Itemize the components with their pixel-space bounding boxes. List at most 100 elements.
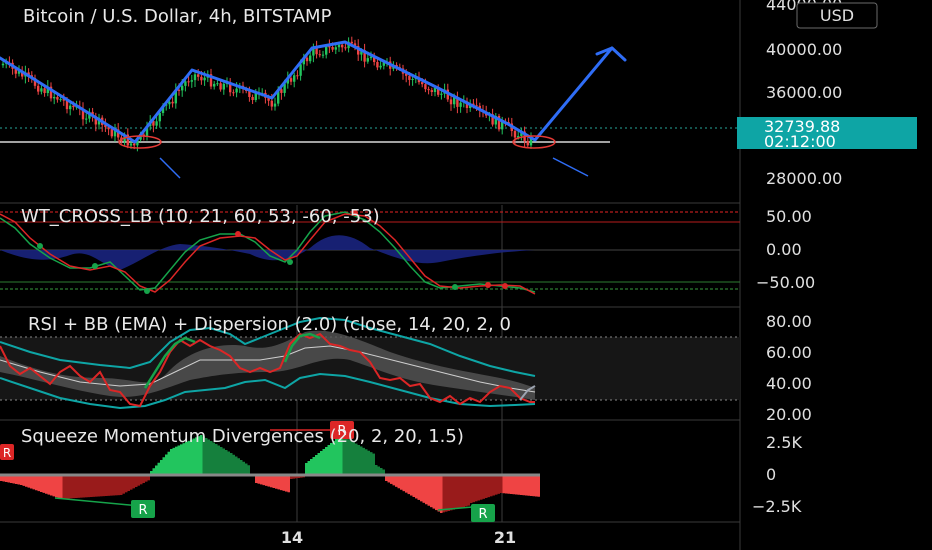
divergence-marker-green: R [471,504,495,522]
rsi-tick-label: 20.00 [766,405,812,424]
momentum-bar [395,475,398,487]
momentum-bar [282,475,285,491]
candle-body [232,92,235,94]
momentum-bar [437,475,440,512]
candle-body [427,89,430,91]
momentum-bar [430,475,433,508]
candle-body [184,81,187,86]
momentum-bar [32,475,35,490]
momentum-bar [227,451,230,475]
momentum-bar [245,463,248,475]
candle-body [193,74,197,81]
momentum-bar [442,475,445,513]
momentum-bar [62,475,65,499]
candle-body [341,44,344,48]
momentum-bar [90,475,93,497]
momentum-bar [167,451,170,475]
momentum-bar [527,475,530,496]
momentum-bar [270,475,273,488]
wt-label: WT_CROSS_LB (10, 21, 60, 53, -60, -53) [21,206,380,227]
momentum-bar [525,475,528,496]
price-pane[interactable]: Bitcoin / U.S. Dollar, 4h, BITSTAMP [0,6,740,179]
trading-chart[interactable]: Bitcoin / U.S. Dollar, 4h, BITSTAMP 4400… [0,0,932,550]
momentum-bar [267,475,270,487]
candle-body [305,57,309,62]
momentum-bar [515,475,518,495]
momentum-bar [160,460,163,475]
momentum-bar [392,475,395,486]
candle-body [296,75,299,77]
momentum-bar [182,443,185,475]
momentum-bar [522,475,525,496]
momentum-bar [262,475,265,486]
candle-body [40,88,43,92]
squeeze-tick-label: −2.5K [752,497,802,516]
momentum-bar [360,446,363,475]
wt-cross-pane[interactable]: WT_CROSS_LB (10, 21, 60, 53, -60, -53) 5… [0,206,815,295]
candle-body [158,112,161,122]
trend-drawing[interactable] [0,40,627,144]
candle-body [421,82,424,85]
momentum-bar [27,475,30,488]
momentum-bar [60,475,63,499]
momentum-bar [75,475,78,498]
divergence-marker-green: R [131,500,155,518]
momentum-bar [107,475,110,496]
momentum-bar [532,475,535,497]
rsi-tick-label: 60.00 [766,343,812,362]
momentum-bar [450,475,453,511]
candle-body [213,83,216,87]
time-tick-label: 14 [281,528,303,547]
momentum-bar [127,475,130,491]
momentum-bar [467,475,470,506]
candle-body [449,99,453,105]
price-axis[interactable]: 44000.00 USD 40000.00 36000.00 28000.00 … [737,0,917,188]
momentum-bar [220,447,223,475]
momentum-bar [512,475,515,495]
momentum-bar [47,475,50,495]
time-axis[interactable]: 14 21 [281,528,516,547]
momentum-bar [225,450,228,475]
momentum-bar [435,475,438,511]
last-price-badge: 32739.88 02:12:00 [737,117,917,151]
currency-button[interactable]: USD [796,2,878,29]
momentum-bar [490,475,493,497]
squeeze-pane[interactable]: R R R R Squeeze Momentum Divergences (20… [0,421,802,522]
momentum-bar [230,453,233,475]
momentum-bar [30,475,33,489]
momentum-bar [120,475,123,495]
momentum-bar [505,475,508,494]
momentum-bar [177,445,180,475]
momentum-bar [92,475,95,497]
svg-text:R: R [478,507,487,522]
squeeze-tick-label: 2.5K [766,433,802,452]
momentum-bar [425,475,428,505]
momentum-bar [330,443,333,475]
momentum-bar [85,475,88,498]
momentum-bar [37,475,40,492]
momentum-bar [237,458,240,475]
momentum-bar [412,475,415,497]
momentum-bar [400,475,403,490]
candle-body [43,88,46,94]
candle-body [190,80,193,82]
momentum-bar [35,475,38,491]
candle-body [337,44,341,48]
momentum-bar [117,475,120,496]
momentum-bar [365,449,368,475]
momentum-bar [402,475,405,492]
candle-body [203,77,206,81]
momentum-bar [455,475,458,509]
candle-body [129,143,133,146]
momentum-bar [42,475,45,493]
momentum-bar [507,475,510,494]
candle-body [289,78,293,82]
momentum-bar [82,475,85,498]
momentum-bar [97,475,100,497]
momentum-bar [405,475,408,493]
momentum-bar [162,457,165,475]
rsi-pane[interactable]: RSI + BB (EMA) + Dispersion (2.0) (close… [0,312,812,424]
candle-body [177,89,181,91]
momentum-bar [52,475,55,497]
momentum-bar [352,442,355,475]
